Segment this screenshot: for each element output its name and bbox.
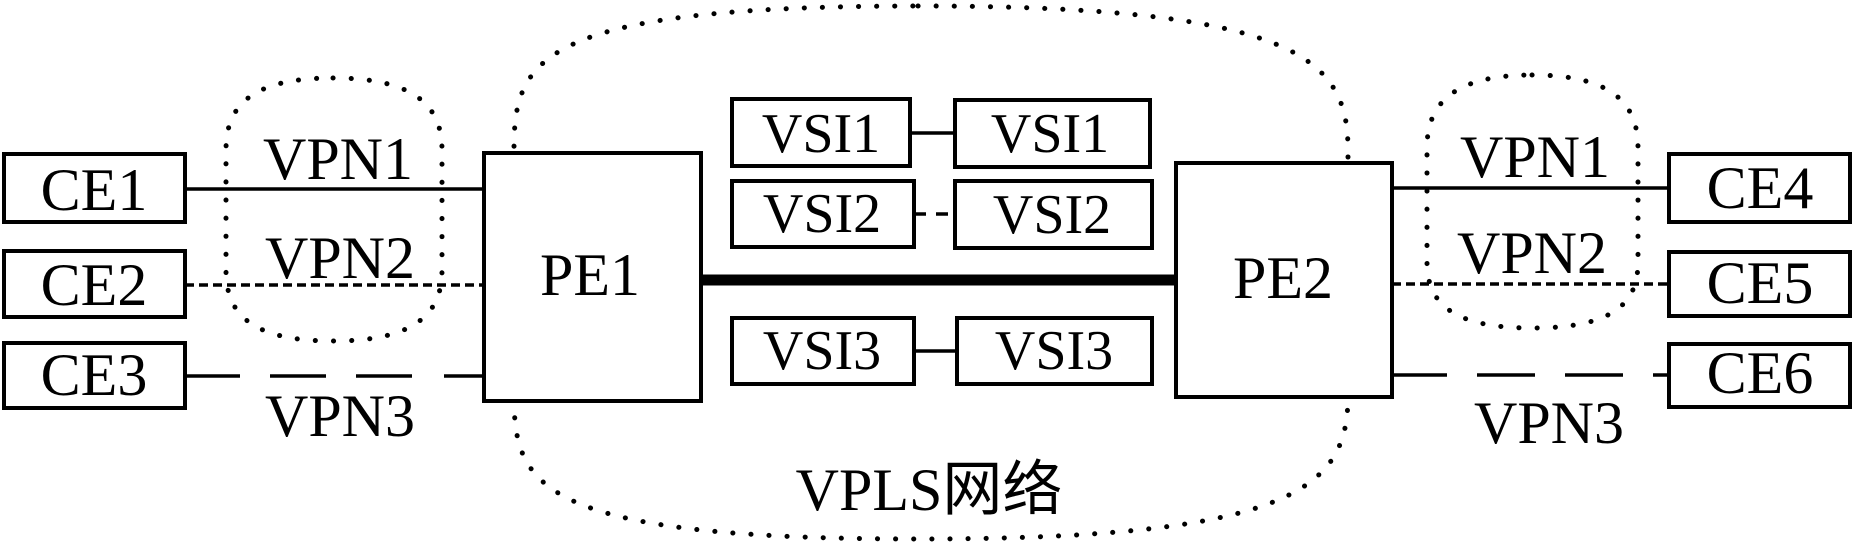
vpn1-left-label: VPN1 bbox=[263, 126, 413, 192]
ce4-label: CE4 bbox=[1707, 155, 1814, 221]
vpn-group-right-boundary bbox=[1424, 72, 1641, 331]
vpls-network-diagram: CE1 CE2 CE3 CE4 CE5 CE6 PE1 PE2 VSI1 VSI… bbox=[2, 3, 1852, 542]
vpn1-right-label: VPN1 bbox=[1460, 124, 1610, 190]
vsi-box-pe2-vsi3[interactable]: VSI3 bbox=[955, 316, 1154, 386]
ce1-label: CE1 bbox=[41, 157, 148, 223]
vsi2-right-label: VSI2 bbox=[993, 184, 1111, 246]
vpn-group-left-boundary bbox=[223, 75, 445, 344]
vsi2-left-label: VSI2 bbox=[763, 183, 881, 245]
ce-node-ce2[interactable]: CE2 bbox=[2, 249, 187, 319]
vsi3-left-label: VSI3 bbox=[763, 320, 881, 382]
vpn3-left-label: VPN3 bbox=[265, 383, 415, 449]
vsi1-left-label: VSI1 bbox=[762, 103, 880, 165]
ce-node-ce6[interactable]: CE6 bbox=[1667, 340, 1852, 409]
ce-node-ce1[interactable]: CE1 bbox=[2, 152, 187, 224]
pe2-label: PE2 bbox=[1233, 245, 1333, 311]
vsi1-right-label: VSI1 bbox=[991, 103, 1109, 165]
vsi-box-pe1-vsi3[interactable]: VSI3 bbox=[730, 316, 916, 386]
ce-node-ce3[interactable]: CE3 bbox=[2, 341, 187, 410]
pe-node-pe2[interactable]: PE2 bbox=[1174, 161, 1394, 399]
vpls-network-label: VPLS网络 bbox=[796, 457, 1063, 523]
ce6-label: CE6 bbox=[1707, 340, 1814, 406]
ce5-label: CE5 bbox=[1707, 250, 1814, 316]
vpn2-left-label: VPN2 bbox=[265, 225, 415, 291]
vpn3-right-label: VPN3 bbox=[1474, 390, 1624, 456]
vsi-box-pe2-vsi1[interactable]: VSI1 bbox=[953, 98, 1152, 169]
vsi-box-pe1-vsi2[interactable]: VSI2 bbox=[730, 179, 916, 249]
ce2-label: CE2 bbox=[41, 252, 148, 318]
ce-node-ce4[interactable]: CE4 bbox=[1667, 152, 1852, 224]
pe1-label: PE1 bbox=[540, 242, 640, 308]
vsi-box-pe1-vsi1[interactable]: VSI1 bbox=[730, 97, 912, 168]
pe-node-pe1[interactable]: PE1 bbox=[482, 151, 703, 403]
vsi-box-pe2-vsi2[interactable]: VSI2 bbox=[953, 179, 1154, 250]
ce-node-ce5[interactable]: CE5 bbox=[1667, 250, 1852, 318]
ce3-label: CE3 bbox=[41, 342, 148, 408]
vpn2-right-label: VPN2 bbox=[1457, 220, 1607, 286]
vsi3-right-label: VSI3 bbox=[995, 320, 1113, 382]
